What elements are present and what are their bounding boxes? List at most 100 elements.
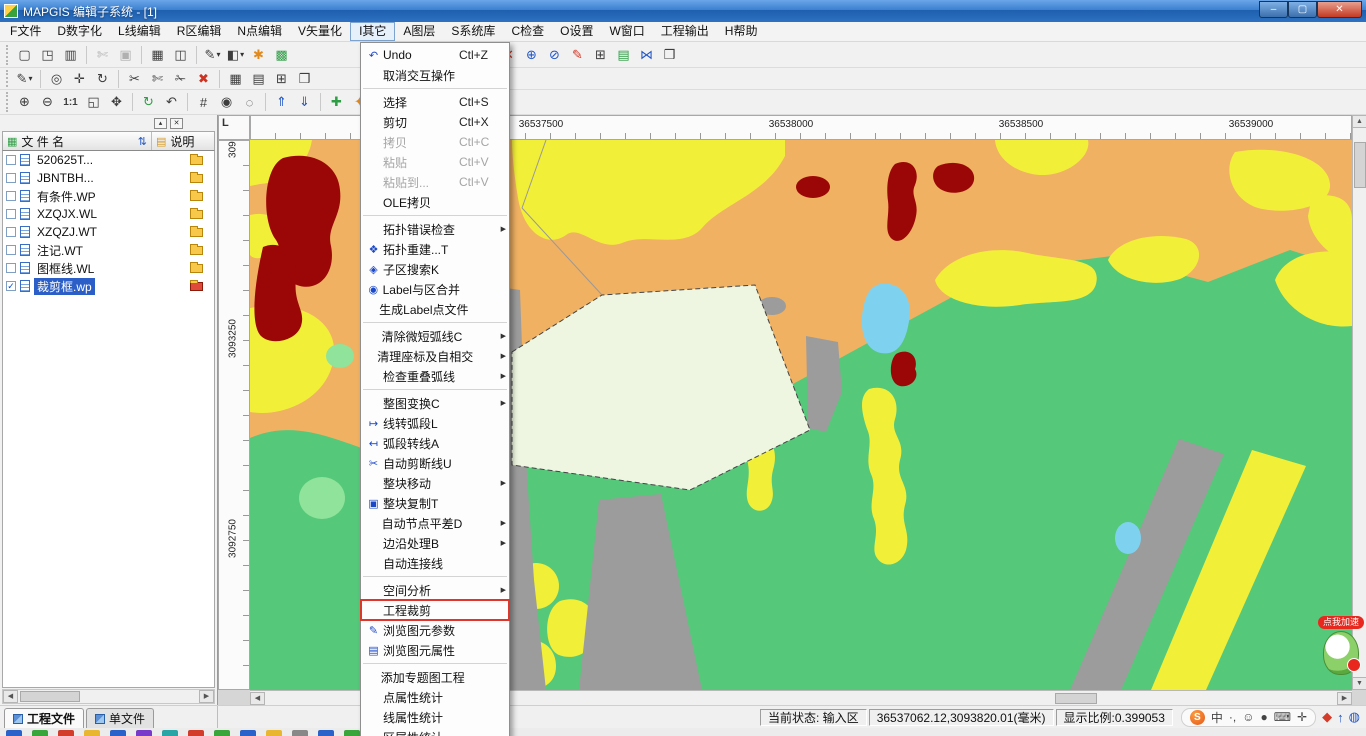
panel-close-icon[interactable]: ✕ xyxy=(170,117,183,129)
folder-icon[interactable] xyxy=(190,189,203,201)
merge-region-icon[interactable]: ⊕ xyxy=(521,45,542,65)
tab-project-files[interactable]: 工程文件 xyxy=(4,708,85,728)
attribute-edit-icon[interactable]: ✎ xyxy=(567,45,588,65)
context-menu-item-16[interactable]: 清除微短弧线C ▶ xyxy=(361,326,509,346)
file-name[interactable]: JBNTBH... xyxy=(34,171,97,185)
zoom-1to1-icon[interactable]: 1:1 xyxy=(60,92,81,112)
menu-item-11[interactable]: W窗口 xyxy=(601,22,652,41)
context-menu-item-21[interactable]: ↦ 线转弧段L xyxy=(361,413,509,433)
file-name[interactable]: 520625T... xyxy=(34,153,96,167)
delete-node-icon[interactable]: ✖ xyxy=(193,69,214,89)
context-menu-item-25[interactable]: ▣ 整块复制T xyxy=(361,493,509,513)
menu-item-9[interactable]: C检查 xyxy=(503,22,552,41)
emoji-icon[interactable]: ☺ xyxy=(1242,710,1254,724)
punctuation-icon[interactable]: ·, xyxy=(1229,710,1236,724)
context-menu-item-23[interactable]: ✂ 自动剪断线U xyxy=(361,453,509,473)
context-menu-item-24[interactable]: 整块移动 ▶ xyxy=(361,473,509,493)
bottom-toolbar-icon[interactable] xyxy=(292,730,308,736)
file-name[interactable]: XZQJX.WL xyxy=(34,207,100,221)
file-name[interactable]: 图框线.WL xyxy=(34,260,97,277)
zoom-in-icon[interactable]: ⊕ xyxy=(14,92,35,112)
add-icon[interactable]: ✚ xyxy=(326,92,347,112)
bottom-toolbar-icon[interactable] xyxy=(58,730,74,736)
menu-item-13[interactable]: H帮助 xyxy=(717,22,766,41)
menu-item-8[interactable]: S系统库 xyxy=(443,22,503,41)
save-icon[interactable]: ▥ xyxy=(60,45,81,65)
context-menu-item-38[interactable]: 区属性统计 xyxy=(361,727,509,736)
file-check-icon[interactable] xyxy=(6,263,16,273)
scrollbar-thumb[interactable] xyxy=(1353,142,1366,188)
zoom-window-icon[interactable]: ◱ xyxy=(83,92,104,112)
file-row[interactable]: JBNTBH... xyxy=(3,169,214,187)
file-check-icon[interactable] xyxy=(6,155,16,165)
context-menu-item-13[interactable]: ◉ Label与区合并 xyxy=(361,279,509,299)
grid-icon[interactable]: ⊞ xyxy=(590,45,611,65)
toolbar-drag-handle[interactable] xyxy=(6,44,10,65)
split-region-icon[interactable]: ⊘ xyxy=(544,45,565,65)
file-check-icon[interactable] xyxy=(6,173,16,183)
tab-single-file[interactable]: 单文件 xyxy=(86,708,155,728)
project-clip-item[interactable]: 工程裁剪 xyxy=(360,599,510,621)
library-icon[interactable]: ▤ xyxy=(613,45,634,65)
map-vertical-scrollbar[interactable]: ▲ ▼ xyxy=(1352,115,1366,690)
accelerator-label[interactable]: 点我加速 xyxy=(1318,616,1364,629)
window-icon[interactable]: ❒ xyxy=(659,45,680,65)
menu-item-5[interactable]: V矢量化 xyxy=(290,22,350,41)
copy-icon[interactable]: ▣ xyxy=(115,45,136,65)
window2-icon[interactable]: ❒ xyxy=(294,69,315,89)
folder-icon[interactable] xyxy=(190,153,203,165)
mic-icon[interactable]: ● xyxy=(1261,710,1268,724)
file-row[interactable]: 注记.WT xyxy=(3,241,214,259)
context-menu-item-27[interactable]: 边沿处理B ▶ xyxy=(361,533,509,553)
layers-icon[interactable]: ▤ xyxy=(248,69,269,89)
cut-icon[interactable]: ✄ xyxy=(92,45,113,65)
scrollbar-thumb[interactable] xyxy=(1055,692,1097,704)
sort-icon[interactable]: ⇅ xyxy=(138,135,147,148)
context-menu-item-26[interactable]: 自动节点平差D ▶ xyxy=(361,513,509,533)
open-project-icon[interactable]: ◳ xyxy=(37,45,58,65)
context-menu-item-35[interactable]: 添加专题图工程 xyxy=(361,667,509,687)
cut-line-icon[interactable]: ✂ xyxy=(124,69,145,89)
folder-icon[interactable] xyxy=(190,171,203,183)
menu-item-10[interactable]: O设置 xyxy=(552,22,601,41)
scroll-right-icon[interactable]: ▶ xyxy=(1337,691,1352,705)
scrollbar-thumb[interactable] xyxy=(20,691,80,702)
dropdown-arrow-icon[interactable]: ▾ xyxy=(216,50,220,59)
panel-dock-icon[interactable]: ▴ xyxy=(154,117,167,129)
bottom-toolbar-icon[interactable] xyxy=(110,730,126,736)
catalog-icon[interactable]: ▤ xyxy=(156,135,166,148)
menu-item-2[interactable]: L线编辑 xyxy=(110,22,169,41)
table-icon[interactable]: ▦ xyxy=(225,69,246,89)
dropdown-arrow-icon[interactable]: ▾ xyxy=(240,50,244,59)
select-icon[interactable]: ◎ xyxy=(46,69,67,89)
folder-icon[interactable] xyxy=(190,243,203,255)
context-menu-item-17[interactable]: 清理座标及自相交 ▶ xyxy=(361,346,509,366)
menu-item-12[interactable]: 工程输出 xyxy=(653,22,717,41)
print-preview-icon[interactable]: ◫ xyxy=(170,45,191,65)
menu-item-0[interactable]: F文件 xyxy=(2,22,49,41)
file-check-icon[interactable] xyxy=(6,245,16,255)
lang-zh-icon[interactable]: 中 xyxy=(1211,709,1223,726)
context-menu-item-30[interactable]: 空间分析 ▶ xyxy=(361,580,509,600)
menu-item-3[interactable]: R区编辑 xyxy=(169,22,230,41)
context-menu-item-11[interactable]: ❖ 拓扑重建...T xyxy=(361,239,509,259)
file-name[interactable]: XZQZJ.WT xyxy=(34,225,100,239)
info-icon[interactable]: ◉ xyxy=(216,92,237,112)
bottom-toolbar-icon[interactable] xyxy=(6,730,22,736)
context-menu-item-4[interactable]: 剪切 Ctl+X xyxy=(361,112,509,132)
grid2-icon[interactable]: ⊞ xyxy=(271,69,292,89)
context-menu-item-28[interactable]: 自动连接线 xyxy=(361,553,509,573)
file-row[interactable]: XZQJX.WL xyxy=(3,205,214,223)
context-menu-item-22[interactable]: ↤ 弧段转线A xyxy=(361,433,509,453)
panel-horizontal-scrollbar[interactable]: ◀ ▶ xyxy=(2,689,215,704)
scroll-left-icon[interactable]: ◀ xyxy=(3,690,18,703)
join-icon[interactable]: ⋈ xyxy=(636,45,657,65)
menu-item-7[interactable]: A图层 xyxy=(395,22,443,41)
scroll-down-icon[interactable]: ▼ xyxy=(1352,677,1366,690)
context-menu-item-3[interactable]: 选择 Ctl+S xyxy=(361,92,509,112)
search-icon[interactable]: ◌ xyxy=(239,92,260,112)
palette-icon[interactable]: ▩ xyxy=(271,45,292,65)
menu-item-1[interactable]: D数字化 xyxy=(49,22,110,41)
scroll-left-icon[interactable]: ◀ xyxy=(250,691,265,705)
scroll-right-icon[interactable]: ▶ xyxy=(199,690,214,703)
